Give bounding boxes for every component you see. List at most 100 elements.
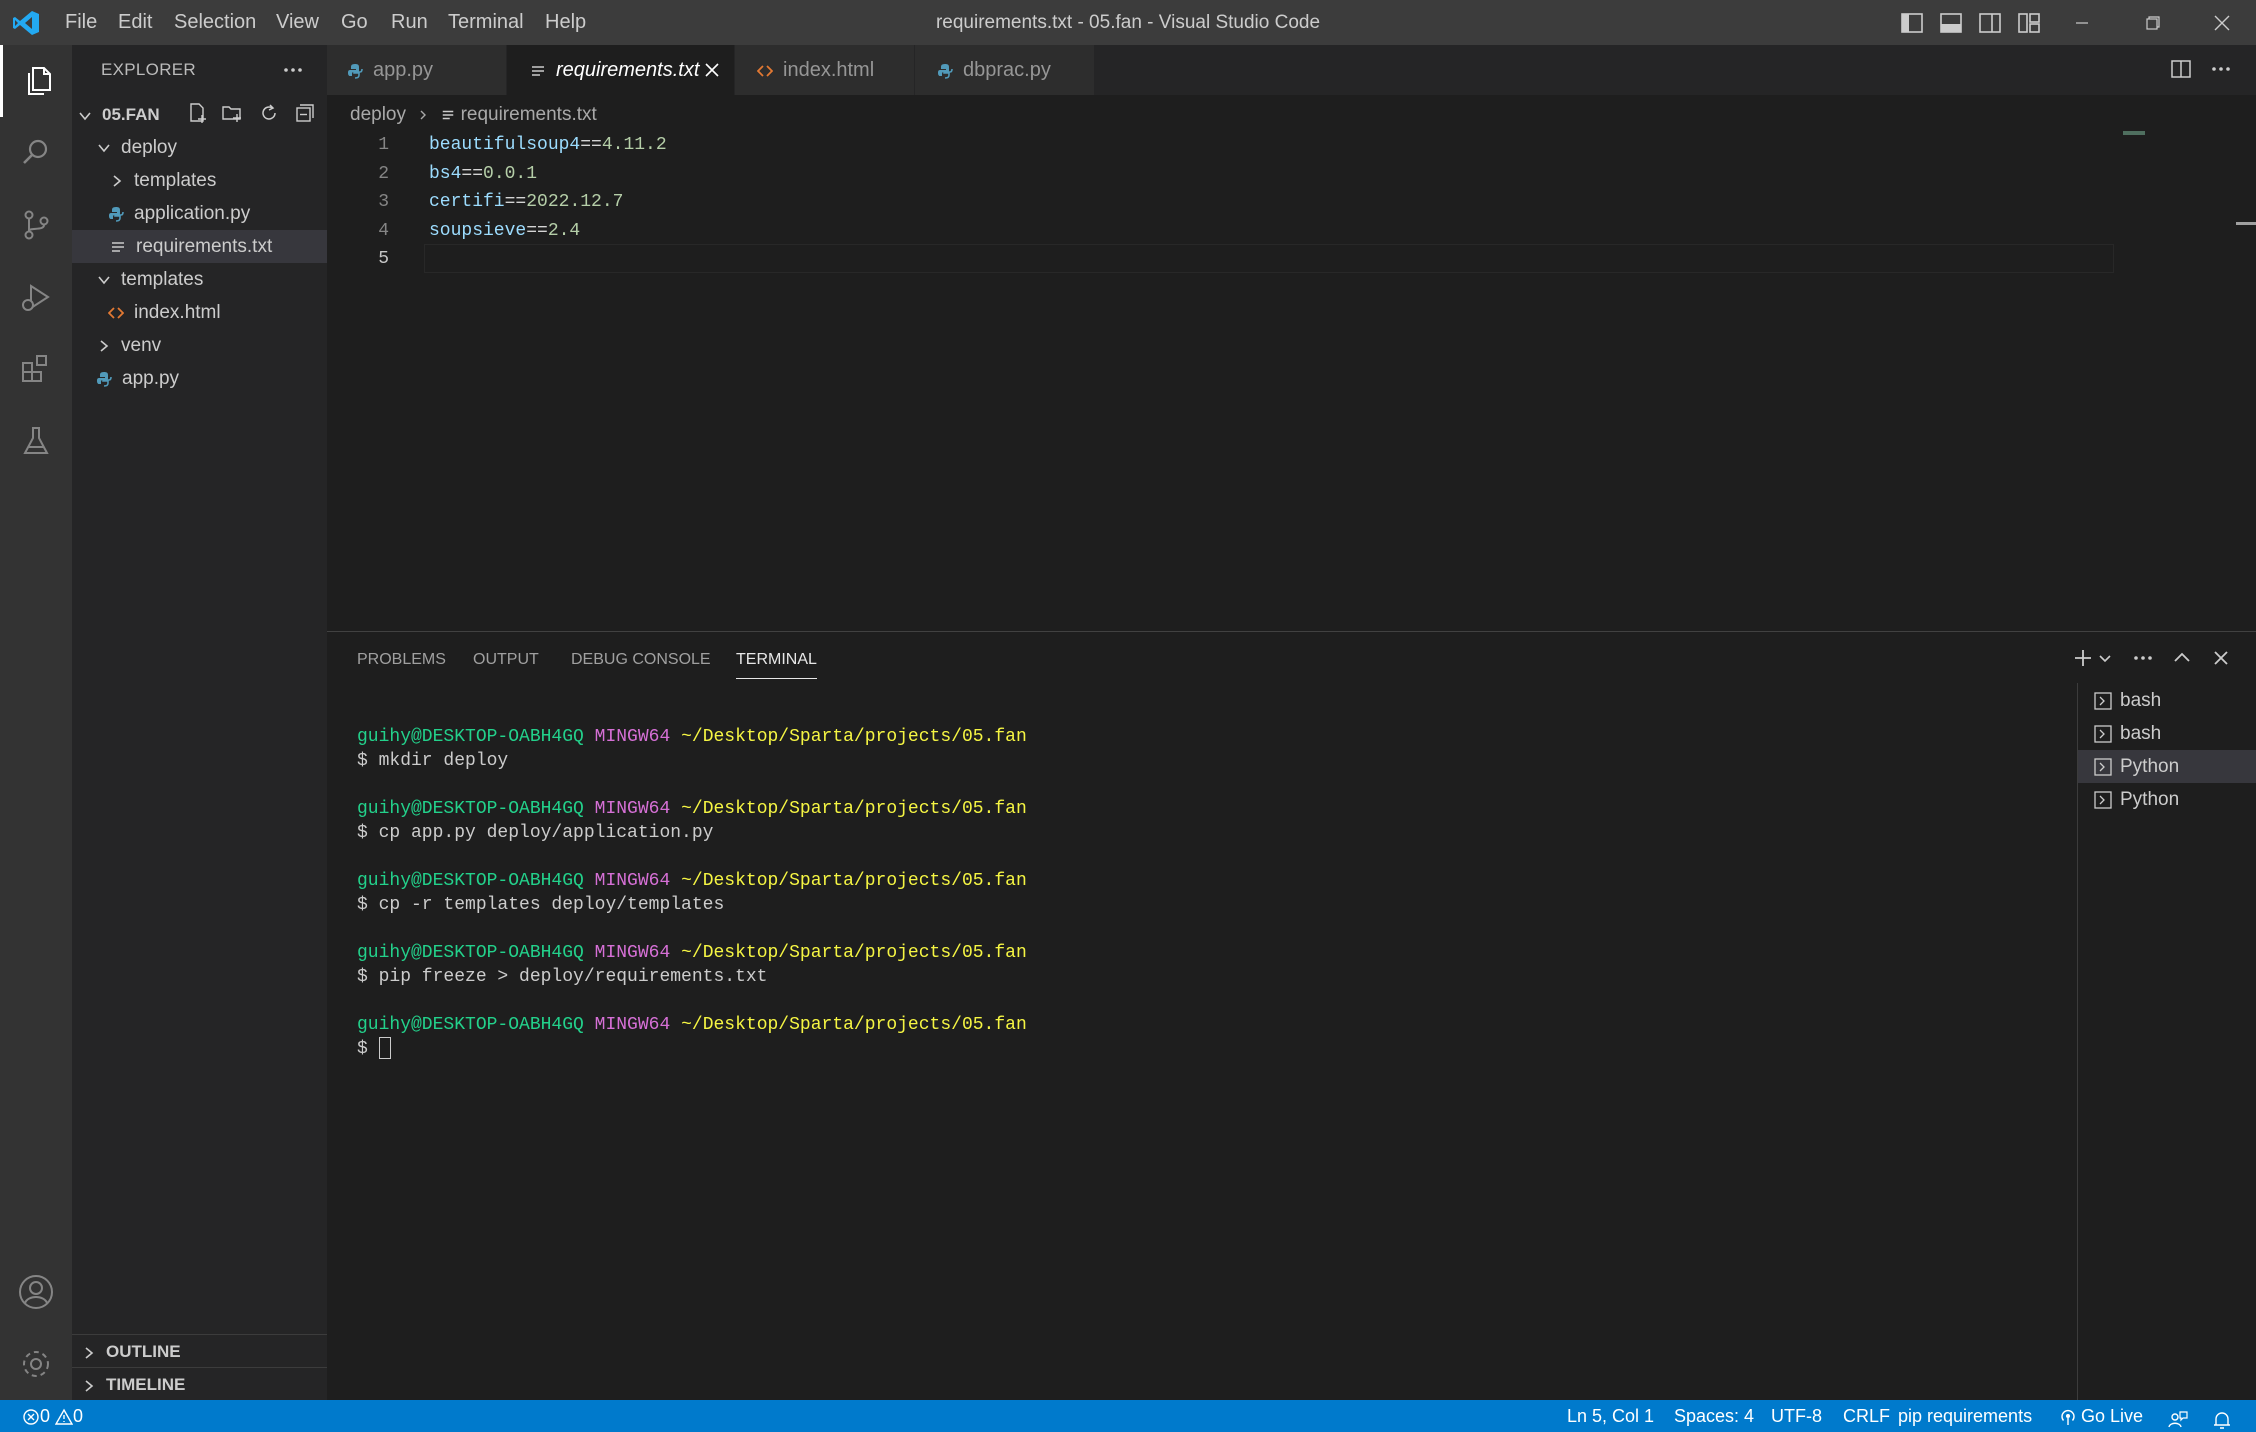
terminal-item-python[interactable]: Python — [2078, 783, 2256, 816]
new-file-icon[interactable] — [187, 102, 209, 124]
menu-go[interactable]: Go — [341, 0, 368, 45]
new-terminal-icon[interactable] — [2071, 646, 2095, 670]
menu-run[interactable]: Run — [391, 0, 428, 45]
tab-app-py[interactable]: app.py — [327, 45, 507, 95]
feedback-icon[interactable] — [2168, 1400, 2188, 1432]
prompt-path: ~/Desktop/Sparta/projects/05.fan — [681, 1015, 1027, 1035]
tree-label: application.py — [134, 203, 251, 224]
testing-flask-icon[interactable] — [0, 405, 72, 477]
python-file-icon — [938, 63, 953, 79]
terminal-prompt-line: guihy@DESKTOP-OABH4GQ MINGW64 ~/Desktop/… — [357, 869, 1027, 893]
encoding-status[interactable]: UTF-8 — [1771, 1400, 1822, 1432]
panel-tab-problems[interactable]: PROBLEMS — [357, 648, 446, 672]
explorer-activity-icon[interactable] — [0, 45, 72, 117]
text-file-icon — [112, 242, 124, 252]
outline-section[interactable]: OUTLINE — [72, 1334, 327, 1368]
split-editor-icon[interactable] — [2170, 58, 2192, 80]
status-bar: 0 0 Ln 5, Col 1 Spaces: 4 UTF-8 CRLF pip… — [0, 1400, 2256, 1432]
terminal-command: $ mkdir deploy — [357, 751, 509, 771]
customize-layout-icon[interactable] — [2017, 11, 2041, 35]
tab-dbprac-py[interactable]: dbprac.py — [915, 45, 1095, 95]
menu-selection[interactable]: Selection — [174, 0, 256, 45]
search-icon[interactable] — [0, 117, 72, 189]
code-line[interactable]: soupsieve==2.4 — [429, 217, 580, 246]
tree-folder-venv[interactable]: venv — [97, 329, 161, 362]
panel-tab-output[interactable]: OUTPUT — [473, 648, 539, 672]
problems-status[interactable]: 0 0 — [22, 1400, 83, 1432]
terminal-input-line[interactable]: $ — [357, 1037, 391, 1061]
menu-view[interactable]: View — [276, 0, 319, 45]
settings-gear-icon[interactable] — [0, 1328, 72, 1400]
line-number: 3 — [378, 192, 389, 212]
go-live-status[interactable]: Go Live — [2059, 1400, 2143, 1432]
timeline-section[interactable]: TIMELINE — [72, 1367, 327, 1401]
editor-more-actions-icon[interactable] — [2210, 58, 2232, 80]
terminal-item-python[interactable]: Python — [2078, 750, 2256, 783]
menu-file[interactable]: File — [65, 0, 97, 45]
code-line[interactable]: beautifulsoup4==4.11.2 — [429, 131, 667, 160]
code-line[interactable]: bs4==0.0.1 — [429, 160, 537, 189]
toggle-primary-sidebar-icon[interactable] — [1900, 11, 1924, 35]
close-panel-icon[interactable] — [2209, 646, 2233, 670]
panel-more-actions-icon[interactable] — [2131, 646, 2155, 670]
indentation-status[interactable]: Spaces: 4 — [1674, 1400, 1754, 1432]
source-control-icon[interactable] — [0, 189, 72, 261]
prompt-path: ~/Desktop/Sparta/projects/05.fan — [681, 943, 1027, 963]
restore-button[interactable] — [2123, 0, 2183, 45]
tree-file-index-html[interactable]: index.html — [108, 296, 221, 329]
cursor-position-status[interactable]: Ln 5, Col 1 — [1567, 1400, 1654, 1432]
language-mode-status[interactable]: pip requirements — [1898, 1400, 2032, 1432]
tab-requirements-txt[interactable]: requirements.txt — [507, 45, 735, 95]
toggle-secondary-sidebar-icon[interactable] — [1978, 11, 2002, 35]
terminal-item-bash[interactable]: bash — [2078, 684, 2256, 717]
eol-status[interactable]: CRLF — [1843, 1400, 1890, 1432]
tree-label: templates — [121, 269, 204, 290]
timeline-label: TIMELINE — [106, 1375, 186, 1394]
tree-file-app-py[interactable]: app.py — [96, 362, 179, 395]
maximize-panel-icon[interactable] — [2170, 646, 2194, 670]
prompt-user: guihy@DESKTOP-OABH4GQ — [357, 727, 584, 747]
prompt-user: guihy@DESKTOP-OABH4GQ — [357, 799, 584, 819]
prompt-path: ~/Desktop/Sparta/projects/05.fan — [681, 799, 1027, 819]
accounts-icon[interactable] — [0, 1256, 72, 1328]
terminal-icon — [2094, 725, 2112, 743]
tab-label: dbprac.py — [963, 59, 1051, 81]
scrollbar-indicator[interactable] — [2236, 222, 2256, 225]
tree-folder-deploy[interactable]: deploy — [97, 131, 177, 164]
notifications-bell-icon[interactable] — [2212, 1400, 2232, 1432]
menu-edit[interactable]: Edit — [118, 0, 152, 45]
close-tab-icon[interactable] — [704, 62, 720, 78]
minimap[interactable] — [2123, 131, 2145, 135]
line-number: 2 — [378, 164, 389, 184]
run-debug-icon[interactable] — [0, 261, 72, 333]
terminal-item-bash[interactable]: bash — [2078, 717, 2256, 750]
more-actions-icon[interactable] — [282, 60, 304, 80]
breadcrumb-folder[interactable]: deploy — [350, 104, 406, 125]
breadcrumb-file[interactable]: requirements.txt — [461, 104, 597, 125]
refresh-icon[interactable] — [258, 102, 280, 124]
tree-file-requirements-txt[interactable]: requirements.txt — [110, 230, 272, 263]
code-line[interactable]: certifi==2022.12.7 — [429, 188, 623, 217]
menu-terminal[interactable]: Terminal — [448, 0, 524, 45]
tree-file-application-py[interactable]: application.py — [108, 197, 250, 230]
version-operator: == — [504, 192, 527, 212]
terminal-icon — [2094, 791, 2112, 809]
tree-label: requirements.txt — [136, 236, 273, 257]
panel-tab-terminal[interactable]: TERMINAL — [736, 648, 817, 679]
extensions-icon[interactable] — [0, 333, 72, 405]
new-folder-icon[interactable] — [221, 102, 243, 124]
panel-tab-debug-console[interactable]: DEBUG CONSOLE — [571, 648, 711, 672]
root-folder[interactable]: 05.FAN — [78, 98, 160, 131]
close-window-button[interactable] — [2192, 0, 2252, 45]
tree-label: index.html — [134, 302, 221, 323]
tree-folder-templates[interactable]: templates — [97, 263, 203, 296]
tree-label: deploy — [121, 137, 177, 158]
terminal-dropdown-icon[interactable] — [2096, 646, 2114, 670]
minimize-button[interactable] — [2052, 0, 2112, 45]
toggle-panel-icon[interactable] — [1939, 11, 1963, 35]
tree-folder-deploy-templates[interactable]: templates — [110, 164, 216, 197]
version-operator: == — [580, 135, 602, 155]
menu-help[interactable]: Help — [545, 0, 586, 45]
collapse-all-icon[interactable] — [294, 102, 316, 124]
tab-index-html[interactable]: index.html — [735, 45, 915, 95]
